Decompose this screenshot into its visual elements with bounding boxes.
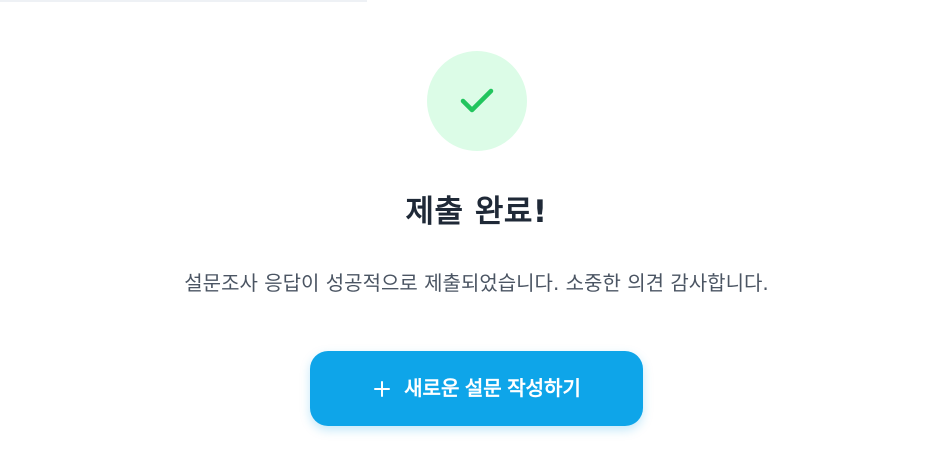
submission-title: 제출 완료! xyxy=(405,194,548,230)
submission-message: 설문조사 응답이 성공적으로 제출되었습니다. 소중한 의견 감사합니다. xyxy=(184,271,769,295)
plus-icon xyxy=(374,380,391,397)
check-icon xyxy=(460,88,494,113)
success-icon-circle xyxy=(427,51,527,151)
new-survey-button-label: 새로운 설문 작성하기 xyxy=(404,377,581,400)
top-divider xyxy=(0,0,367,2)
new-survey-button[interactable]: 새로운 설문 작성하기 xyxy=(310,351,643,426)
